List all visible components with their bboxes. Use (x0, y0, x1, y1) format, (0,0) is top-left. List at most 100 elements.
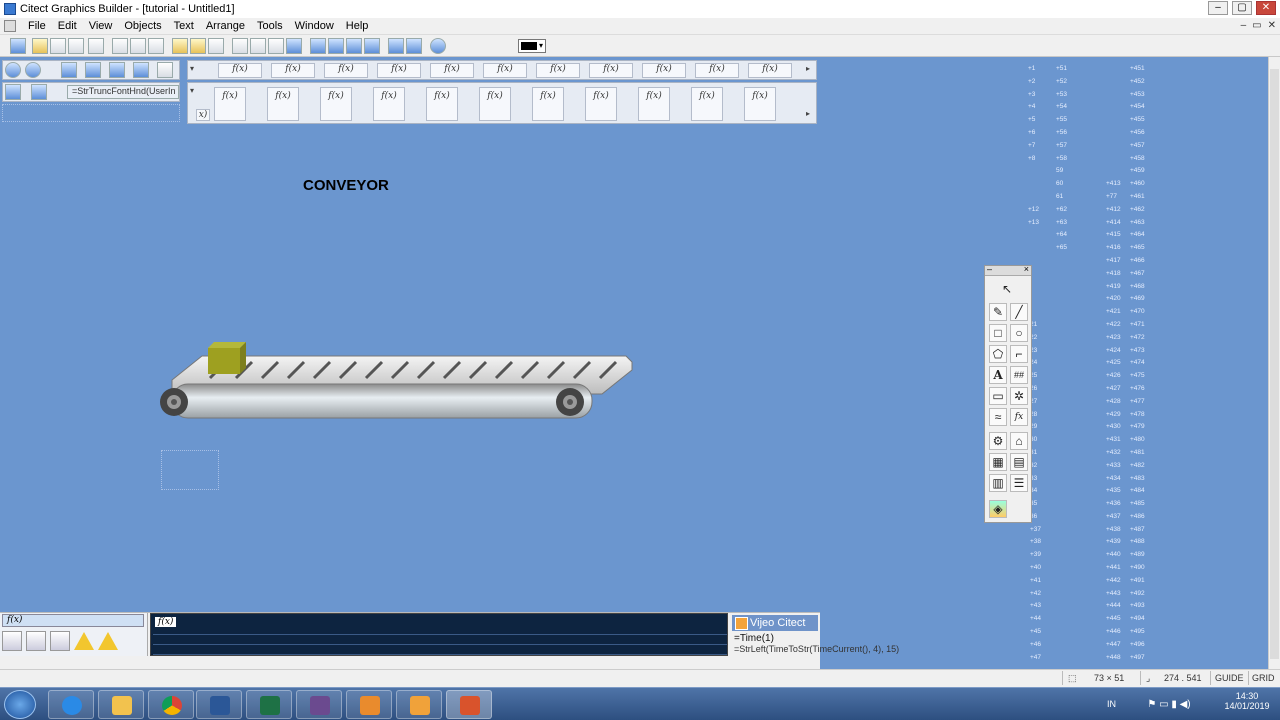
table-icon[interactable]: ▥ (989, 474, 1007, 492)
genie-cell[interactable]: f(x) (532, 87, 564, 121)
polygon-icon[interactable]: ⬠ (989, 345, 1007, 363)
graphics-canvas[interactable]: =StrTruncFontHnd(UserIn ▾ f(x) f(x) f(x)… (0, 57, 820, 612)
alarm-page-icon[interactable] (50, 631, 70, 651)
genie-cell[interactable]: f(x) (377, 63, 421, 78)
selection-outline[interactable] (161, 450, 219, 490)
genie-cell[interactable]: f(x) (483, 63, 527, 78)
ungroup-icon[interactable] (364, 38, 380, 54)
cicode-icon[interactable]: ⚙ (989, 432, 1007, 450)
page-title[interactable]: CONVEYOR (303, 177, 389, 194)
genie-cell[interactable]: f(x) (589, 63, 633, 78)
open-folder-icon[interactable] (190, 38, 206, 54)
menu-objects[interactable]: Objects (118, 20, 167, 32)
group-icon[interactable] (346, 38, 362, 54)
activex-icon[interactable]: ◈ (989, 500, 1007, 518)
guide-indicator[interactable]: GUIDE (1215, 673, 1244, 683)
grid-icon[interactable] (406, 38, 422, 54)
vertical-scrollbar[interactable] (1268, 57, 1280, 669)
genie-cell[interactable]: f(x) (638, 87, 670, 121)
pipe-icon[interactable]: ⌐ (1010, 345, 1028, 363)
genie-cell[interactable]: f(x) (214, 87, 246, 121)
chrome-taskbar-button[interactable] (148, 690, 194, 719)
alert-icon[interactable] (98, 632, 118, 650)
genie-cell[interactable]: f(x) (748, 63, 792, 78)
close-icon[interactable]: × (1024, 264, 1029, 274)
line-icon[interactable]: ╱ (1010, 303, 1028, 321)
word-taskbar-button[interactable] (196, 690, 242, 719)
trend-icon[interactable]: ≈ (989, 408, 1007, 426)
genie-cell[interactable]: f(x) (320, 87, 352, 121)
next-page-icon[interactable] (109, 62, 125, 78)
clock[interactable]: 14:30 14/01/2019 (1220, 691, 1274, 711)
genie-cell[interactable]: f(x) (585, 87, 617, 121)
explorer-taskbar-button[interactable] (98, 690, 144, 719)
language-indicator[interactable]: IN (1107, 699, 1116, 709)
genie-cell[interactable]: f(x) (218, 63, 262, 78)
menu-view[interactable]: View (83, 20, 119, 32)
chevron-right-icon[interactable]: ▸ (806, 109, 814, 118)
grid-indicator[interactable]: GRID (1252, 673, 1275, 683)
button-icon[interactable]: ▭ (989, 387, 1007, 405)
font-handle-field[interactable]: =StrTruncFontHnd(UserIn (67, 85, 179, 99)
time-expression[interactable]: =Time(1) (734, 633, 774, 644)
conveyor-graphic[interactable] (150, 332, 650, 432)
minus-icon[interactable]: – (987, 264, 992, 274)
pen-icon[interactable]: ✎ (989, 303, 1007, 321)
page-nav-icon[interactable] (61, 62, 77, 78)
disk-icon[interactable] (208, 38, 224, 54)
date-expression[interactable]: =StrLeft(TimeToStr(TimeCurrent(), 4), 15… (734, 644, 899, 654)
forward-icon[interactable] (25, 62, 41, 78)
menu-arrange[interactable]: Arrange (200, 20, 251, 32)
mdi-close-button[interactable]: ✕ (1268, 20, 1276, 31)
genie-more[interactable]: x) (196, 109, 210, 121)
chevron-down-icon[interactable]: ▾ (190, 64, 198, 73)
pointer-icon[interactable]: ↖ (998, 281, 1016, 299)
chevron-down-icon[interactable]: ▾ (190, 86, 198, 95)
menu-tools[interactable]: Tools (251, 20, 289, 32)
chart-icon[interactable]: ▤ (1010, 453, 1028, 471)
image-icon[interactable]: ▦ (989, 453, 1007, 471)
media-taskbar-button[interactable] (296, 690, 342, 719)
expression-row[interactable] (153, 626, 727, 635)
color-picker[interactable]: ▾ (518, 39, 546, 53)
number-icon[interactable]: ## (1010, 366, 1028, 384)
expression-row[interactable] (153, 636, 727, 645)
user-icon[interactable] (31, 84, 47, 100)
back-icon[interactable] (5, 62, 21, 78)
genie-cell[interactable]: f(x) (426, 87, 458, 121)
undo-icon[interactable] (286, 38, 302, 54)
align-icon[interactable] (388, 38, 404, 54)
save-icon[interactable] (50, 38, 66, 54)
bring-front-icon[interactable] (310, 38, 326, 54)
pipe-tool-icon[interactable]: ⌂ (1010, 432, 1028, 450)
menu-page-icon[interactable] (157, 62, 173, 78)
menu-help[interactable]: Help (340, 20, 375, 32)
genie-cell[interactable]: f(x) (324, 63, 368, 78)
start-button[interactable] (4, 690, 36, 719)
product-box[interactable] (208, 342, 246, 374)
edit-icon[interactable] (2, 631, 22, 651)
genie-cell[interactable]: f(x) (744, 87, 776, 121)
genie-cell[interactable]: f(x) (536, 63, 580, 78)
genie-cell[interactable]: f(x) (271, 63, 315, 78)
genie-cell[interactable]: f(x) (373, 87, 405, 121)
toolbox-icon[interactable] (26, 631, 46, 651)
menu-text[interactable]: Text (168, 20, 200, 32)
citect-explorer-taskbar-button[interactable] (396, 690, 442, 719)
library-icon[interactable] (268, 38, 284, 54)
cut-icon[interactable] (112, 38, 128, 54)
database-icon[interactable]: ☰ (1010, 474, 1028, 492)
compile-icon[interactable] (232, 38, 248, 54)
mdi-minimize-button[interactable]: – (1241, 20, 1247, 31)
new-page-icon[interactable] (10, 38, 26, 54)
copy-icon[interactable] (130, 38, 146, 54)
folder-icon[interactable] (172, 38, 188, 54)
ie-taskbar-button[interactable] (48, 690, 94, 719)
excel-taskbar-button[interactable] (246, 690, 292, 719)
open-icon[interactable] (32, 38, 48, 54)
send-back-icon[interactable] (328, 38, 344, 54)
tray-icons[interactable]: ⚑ ▭ ▮ ◀) (1124, 699, 1214, 710)
menu-file[interactable]: File (22, 20, 52, 32)
genie-cell[interactable]: f(x) (695, 63, 739, 78)
help-icon[interactable] (430, 38, 446, 54)
